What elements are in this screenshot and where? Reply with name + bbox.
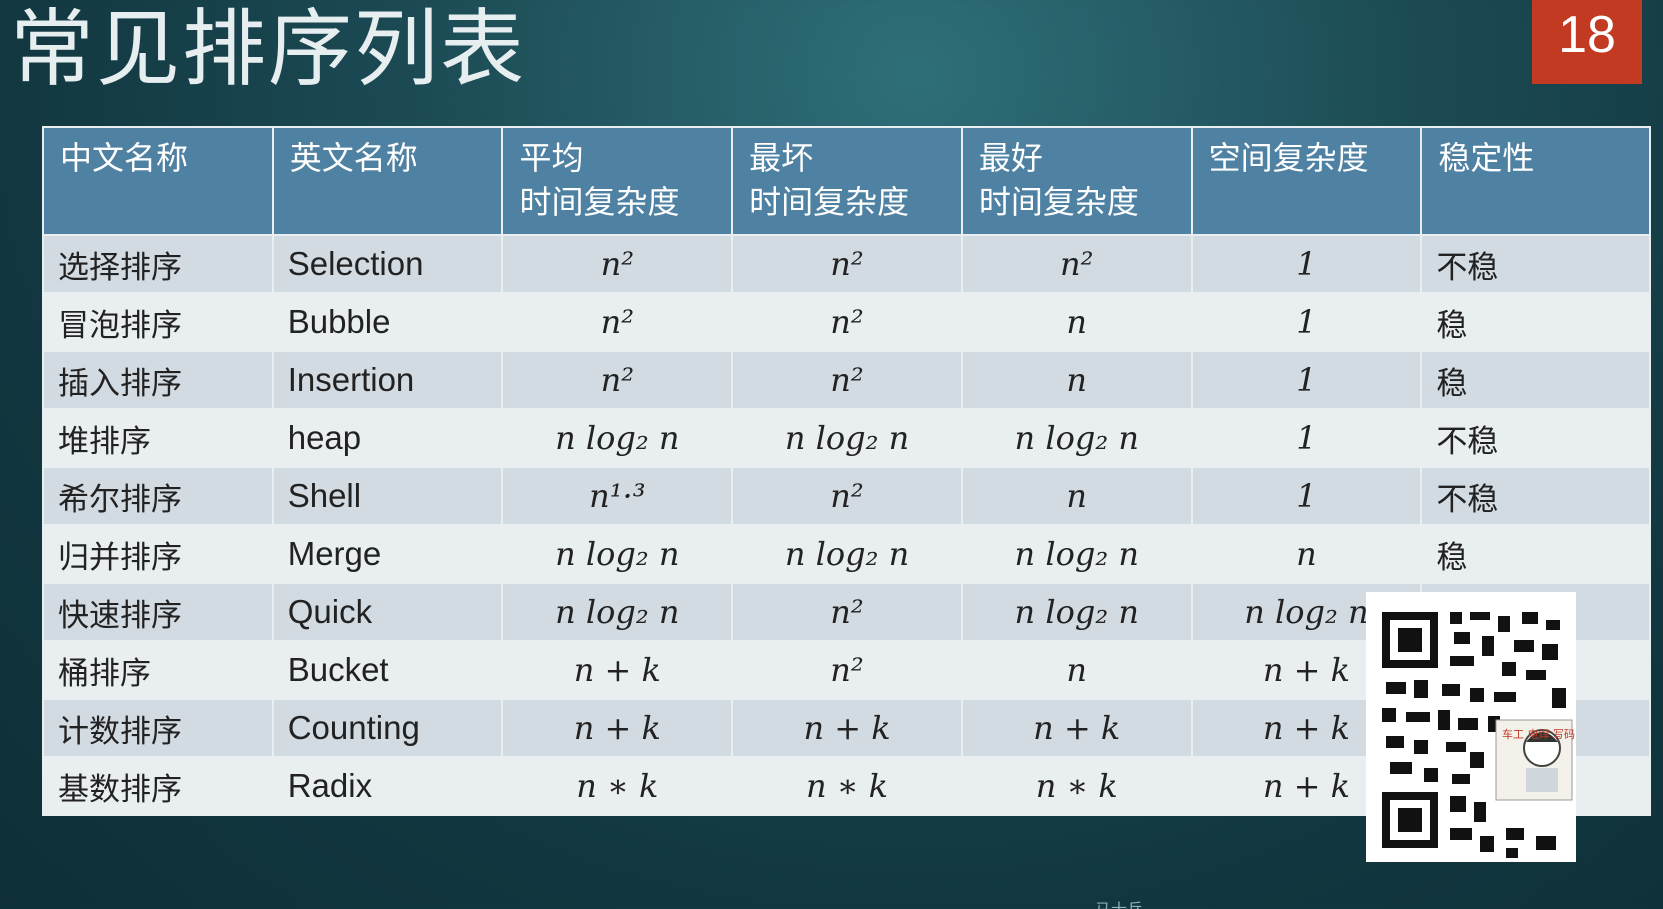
cell-en-name: Merge [273,526,502,582]
table-row: 希尔排序 Shell n¹·³ n² n 1 不稳 [44,468,1649,524]
header-worst-time: 最坏 时间复杂度 [733,128,961,234]
cell-en-name: Bubble [273,294,502,350]
header-avg-time: 平均 时间复杂度 [503,128,732,234]
cell-space: 1 [1192,294,1421,350]
cell-stability: 稳 [1422,352,1649,408]
cell-best-time: n [962,294,1191,350]
cell-en-name: Bucket [273,642,502,698]
header-stability: 稳定性 [1422,128,1649,234]
cell-worst-time: n² [733,584,961,640]
slide-title: 常见排序列表 [10,0,527,98]
table-row: 堆排序 heap n log₂ nn log₂ nn log₂ n 1 不稳 [44,410,1649,466]
cell-avg-time: n log₂ n [503,526,732,582]
cell-cn-name: 基数排序 [44,758,272,814]
cell-space: 1 [1192,352,1421,408]
cell-stability: 稳 [1422,526,1649,582]
cell-cn-name: 选择排序 [44,236,272,292]
cell-avg-time: n² [503,236,732,292]
cell-en-name: Shell [273,468,502,524]
cell-space: n [1192,526,1421,582]
table-row: 归并排序 Merge n log₂ nn log₂ nn log₂ nn稳 [44,526,1649,582]
cell-best-time: n [962,352,1191,408]
cell-avg-time: n¹·³ [503,468,732,524]
cell-best-time: n ∗ k [962,758,1191,814]
cell-avg-time: n + k [503,642,732,698]
cell-cn-name: 归并排序 [44,526,272,582]
cell-stability: 不稳 [1422,468,1649,524]
cell-cn-name: 冒泡排序 [44,294,272,350]
table-row: 选择排序 Selection n² n² n² 1 不稳 [44,236,1649,292]
header-cn-name: 中文名称 [44,128,272,234]
header-space: 空间复杂度 [1192,128,1421,234]
cell-avg-time: n² [503,294,732,350]
cell-cn-name: 计数排序 [44,700,272,756]
table-header-row: 中文名称 英文名称 平均 时间复杂度 最坏 时间复杂度 最好 时间复杂度 空间复… [44,128,1649,234]
header-en-name: 英文名称 [273,128,502,234]
cell-best-time: n [962,642,1191,698]
cell-worst-time: n ∗ k [733,758,961,814]
header-best-time: 最好 时间复杂度 [962,128,1191,234]
qr-code-icon: 车工 电焊 写码 [1366,592,1576,862]
cell-en-name: Counting [273,700,502,756]
page-number-badge: 18 [1532,0,1642,84]
cell-en-name: Insertion [273,352,502,408]
cell-stability: 不稳 [1422,410,1649,466]
cell-best-time: n² [962,236,1191,292]
cell-stability: 不稳 [1422,236,1649,292]
cell-worst-time: n² [733,236,961,292]
cell-cn-name: 堆排序 [44,410,272,466]
footer-text: 马士兵 [1095,896,1143,909]
qr-code-overlay: 车工 电焊 写码 [1366,592,1576,862]
sticker-text: 车工 电焊 写码 [1502,727,1575,741]
cell-en-name: heap [273,410,502,466]
table-row: 冒泡排序 Bubble n² n² n 1 稳 [44,294,1649,350]
cell-worst-time: n + k [733,700,961,756]
cell-worst-time: n log₂ n [733,526,961,582]
cell-best-time: n log₂ n [962,526,1191,582]
table-row: 插入排序 Insertion n² n² n 1 稳 [44,352,1649,408]
cell-best-time: n log₂ n [962,584,1191,640]
cell-space: 1 [1192,468,1421,524]
cell-en-name: Radix [273,758,502,814]
cell-stability: 稳 [1422,294,1649,350]
cell-cn-name: 插入排序 [44,352,272,408]
cell-avg-time: n log₂ n [503,410,732,466]
cell-en-name: Quick [273,584,502,640]
cell-worst-time: n log₂ n [733,410,961,466]
cell-space: 1 [1192,410,1421,466]
cell-best-time: n + k [962,700,1191,756]
cell-worst-time: n² [733,468,961,524]
cell-avg-time: n + k [503,700,732,756]
cell-en-name: Selection [273,236,502,292]
cell-cn-name: 桶排序 [44,642,272,698]
cell-avg-time: n² [503,352,732,408]
cell-cn-name: 希尔排序 [44,468,272,524]
cell-worst-time: n² [733,642,961,698]
cell-worst-time: n² [733,352,961,408]
cell-cn-name: 快速排序 [44,584,272,640]
cell-worst-time: n² [733,294,961,350]
cell-space: 1 [1192,236,1421,292]
cell-best-time: n [962,468,1191,524]
cell-avg-time: n ∗ k [503,758,732,814]
cell-avg-time: n log₂ n [503,584,732,640]
cell-best-time: n log₂ n [962,410,1191,466]
